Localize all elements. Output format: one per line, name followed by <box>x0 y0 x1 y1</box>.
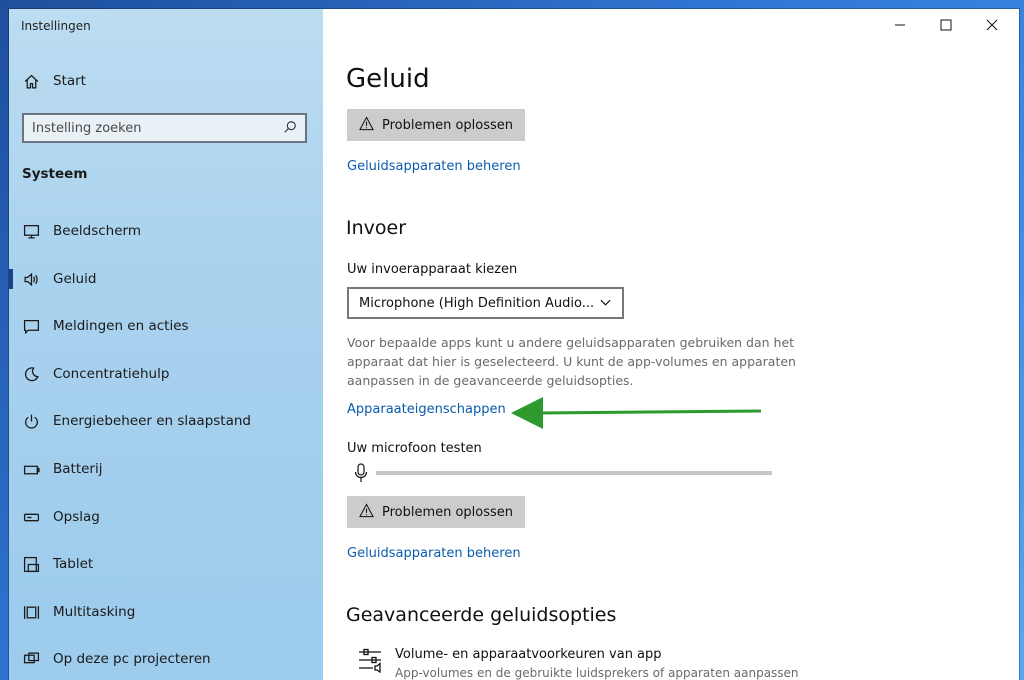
device-properties-link[interactable]: Apparaateigenschappen <box>347 402 506 417</box>
power-icon <box>9 413 53 430</box>
sidebar-item-multitasking[interactable]: Multitasking <box>9 592 323 632</box>
troubleshoot-label: Problemen oplossen <box>381 117 514 133</box>
sidebar-item-meldingen[interactable]: Meldingen en acties <box>9 306 323 346</box>
storage-icon <box>9 509 53 526</box>
input-heading: Invoer <box>346 217 407 239</box>
tablet-icon <box>9 556 53 573</box>
battery-icon <box>9 461 53 478</box>
sidebar-item-opslag[interactable]: Opslag <box>9 497 323 537</box>
troubleshoot-input-button[interactable]: Problemen oplossen <box>347 496 525 528</box>
search-box[interactable] <box>22 113 307 143</box>
sidebar-item-label: Geluid <box>53 271 97 287</box>
settings-window: Instellingen Start Systeem Beeldscherm <box>9 9 1019 680</box>
notification-icon <box>9 318 53 335</box>
input-device-value: Microphone (High Definition Audio... <box>359 295 595 311</box>
sidebar-item-home[interactable]: Start <box>9 61 323 101</box>
troubleshoot-label: Problemen oplossen <box>381 504 514 520</box>
manage-devices-link[interactable]: Geluidsapparaten beheren <box>347 159 521 174</box>
main-content: Geluid Problemen oplossen Geluidsapparat… <box>323 9 1019 680</box>
manage-input-devices-link[interactable]: Geluidsapparaten beheren <box>347 546 521 561</box>
sidebar: Instellingen Start Systeem Beeldscherm <box>9 9 323 680</box>
sidebar-item-label: Concentratiehulp <box>53 366 170 382</box>
app-volume-text: Volume- en apparaatvoorkeuren van app Ap… <box>395 647 799 680</box>
sidebar-item-home-label: Start <box>53 73 86 89</box>
sidebar-item-label: Op deze pc projecteren <box>53 651 211 667</box>
sliders-icon <box>357 647 383 677</box>
multitasking-icon <box>9 604 53 621</box>
warning-icon <box>359 502 374 522</box>
mic-level-meter <box>376 471 772 475</box>
mic-row <box>353 463 369 487</box>
advanced-heading: Geavanceerde geluidsopties <box>346 604 617 626</box>
moon-icon <box>9 366 53 383</box>
sidebar-item-label: Multitasking <box>53 604 136 620</box>
microphone-icon <box>353 463 369 487</box>
mic-test-label: Uw microfoon testen <box>347 441 482 456</box>
search-icon[interactable] <box>283 119 297 138</box>
sidebar-item-beeldscherm[interactable]: Beeldscherm <box>9 211 323 251</box>
sidebar-item-label: Beeldscherm <box>53 223 141 239</box>
sidebar-item-label: Batterij <box>53 461 103 477</box>
speaker-icon <box>9 271 53 288</box>
app-volume-preferences[interactable]: Volume- en apparaatvoorkeuren van app Ap… <box>357 647 799 680</box>
sidebar-item-label: Opslag <box>53 509 100 525</box>
input-description: Voor bepaalde apps kunt u andere geluids… <box>347 335 796 388</box>
home-icon <box>9 73 53 90</box>
monitor-icon <box>9 223 53 240</box>
app-title: Instellingen <box>21 19 91 33</box>
project-icon <box>9 651 53 668</box>
troubleshoot-button[interactable]: Problemen oplossen <box>347 109 525 141</box>
warning-icon <box>359 115 374 135</box>
page-title: Geluid <box>346 64 430 94</box>
annotation-arrow <box>511 397 762 429</box>
choose-input-label: Uw invoerapparaat kiezen <box>347 262 518 277</box>
sidebar-item-projecteren[interactable]: Op deze pc projecteren <box>9 639 323 679</box>
sidebar-item-tablet[interactable]: Tablet <box>9 544 323 584</box>
sidebar-item-label: Energiebeheer en slaapstand <box>53 413 251 429</box>
app-volume-desc: App-volumes en de gebruikte luidsprekers… <box>395 666 799 680</box>
selection-indicator <box>9 269 13 289</box>
sidebar-item-geluid[interactable]: Geluid <box>9 259 323 299</box>
sidebar-section-title: Systeem <box>22 166 88 182</box>
sidebar-item-label: Tablet <box>53 556 94 572</box>
sidebar-item-batterij[interactable]: Batterij <box>9 449 323 489</box>
app-volume-title: Volume- en apparaatvoorkeuren van app <box>395 647 662 662</box>
sidebar-item-concentratiehulp[interactable]: Concentratiehulp <box>9 354 323 394</box>
input-device-dropdown[interactable]: Microphone (High Definition Audio... <box>347 287 624 319</box>
sidebar-item-label: Meldingen en acties <box>53 318 189 334</box>
search-input[interactable] <box>32 120 283 136</box>
chevron-down-icon <box>599 294 612 313</box>
sidebar-item-energiebeheer[interactable]: Energiebeheer en slaapstand <box>9 401 323 441</box>
